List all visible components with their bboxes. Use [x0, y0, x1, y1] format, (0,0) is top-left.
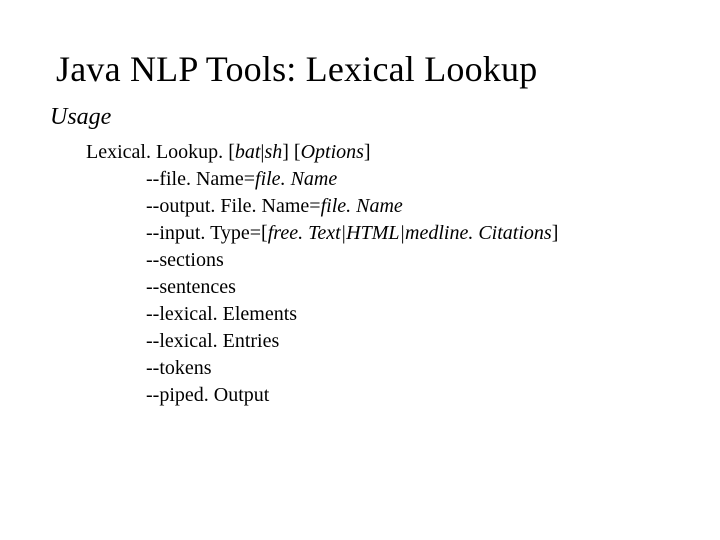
option-suffix: ] — [552, 222, 559, 244]
option-value: free. Text|HTML|medline. Citations — [268, 222, 552, 244]
command-bat: bat — [235, 141, 261, 163]
command-sh: sh — [264, 141, 282, 163]
option-flag: --lexical. Entries — [146, 330, 279, 352]
option-line: --piped. Output — [146, 382, 672, 409]
option-line: --lexical. Entries — [146, 328, 672, 355]
option-line: --input. Type=[free. Text|HTML|medline. … — [146, 220, 672, 247]
slide-title: Java NLP Tools: Lexical Lookup — [56, 48, 672, 90]
option-line: --file. Name=file. Name — [146, 166, 672, 193]
option-value: file. Name — [321, 195, 403, 217]
option-flag: --sections — [146, 249, 224, 271]
option-flag: --sentences — [146, 276, 236, 298]
option-value: file. Name — [255, 168, 337, 190]
option-flag: --lexical. Elements — [146, 303, 297, 325]
option-flag: --tokens — [146, 357, 212, 379]
command-suffix-open: [ — [223, 141, 235, 163]
option-flag: --piped. Output — [146, 384, 269, 406]
usage-label: Usage — [50, 104, 672, 131]
command-options: Options — [301, 141, 364, 163]
command-suffix-close: ] [ — [282, 141, 300, 163]
command-line: Lexical. Lookup. [bat|sh] [Options] — [86, 139, 672, 166]
options-list: --file. Name=file. Name--output. File. N… — [146, 166, 672, 409]
option-flag: --output. File. Name= — [146, 195, 321, 217]
option-flag: --file. Name= — [146, 168, 255, 190]
option-line: --sentences — [146, 274, 672, 301]
option-line: --tokens — [146, 355, 672, 382]
command-suffix-end: ] — [364, 141, 371, 163]
option-flag: --input. Type=[ — [146, 222, 268, 244]
option-line: --sections — [146, 247, 672, 274]
option-line: --lexical. Elements — [146, 301, 672, 328]
command-name: Lexical. Lookup. — [86, 141, 223, 163]
option-line: --output. File. Name=file. Name — [146, 193, 672, 220]
